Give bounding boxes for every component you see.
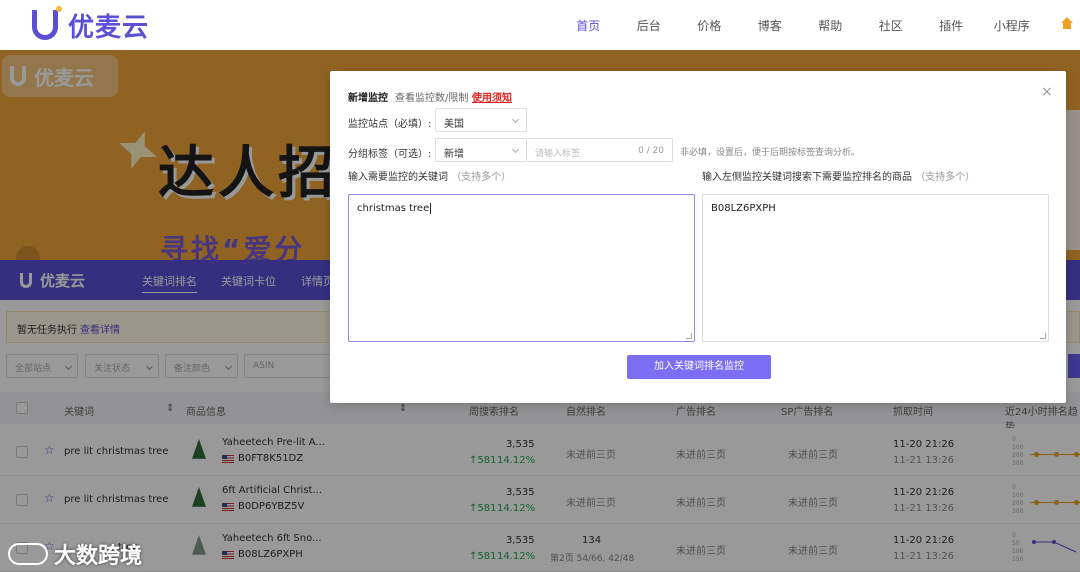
nav-link-community[interactable]: 社区 [861,17,922,34]
group-hint: 非必填，设置后，便于后期按标签查询分析。 [680,148,861,158]
group-select[interactable]: 新增 [435,138,527,162]
logo-text: 优麦云 [68,12,150,43]
top-navbar: 优麦云 首页 后台 价格 博客 帮助 社区 插件 小程序 [0,0,1080,50]
product-textarea-value: B08LZ6PXPH [711,203,776,214]
logo-mark-icon [32,6,62,40]
keyword-section-label: 输入需要监控的关键词 （支持多个） [348,168,511,183]
product-section-sub: （支持多个） [915,172,976,183]
site-select-value: 美国 [444,119,464,130]
nav-link-plugin[interactable]: 插件 [921,17,982,34]
close-icon[interactable]: × [1041,84,1053,100]
resize-grip-icon[interactable] [686,333,692,339]
nav-link-home[interactable]: 首页 [558,17,619,34]
home-icon[interactable] [1060,16,1074,30]
product-textarea[interactable]: B08LZ6PXPH [702,194,1049,342]
nav-link-pricing[interactable]: 价格 [679,17,740,34]
tag-input-placeholder: 请输入标签 [535,149,581,159]
nav-link-miniprogram[interactable]: 小程序 [982,17,1043,34]
add-keyword-monitor-button[interactable]: 加入关键词排名监控 [627,355,771,379]
nav-link-backend[interactable]: 后台 [619,17,680,34]
text-cursor [430,203,432,214]
resize-grip-icon[interactable] [1040,333,1046,339]
watermark-logo-icon [8,543,48,565]
chevron-down-icon [511,145,520,154]
dialog-title: 新增监控 [348,93,388,104]
site-label: 监控站点（必填）: [348,119,432,130]
group-label: 分组标签（可选）: [348,149,432,160]
site-select[interactable]: 美国 [435,108,527,132]
watermark-text: 大数跨境 [54,544,143,569]
tag-input[interactable]: 请输入标签 0 / 20 [527,138,673,162]
add-monitor-dialog: 新增监控 查看监控数/限制 使用须知 × 监控站点（必填）: 美国 分组标签（可… [330,71,1066,403]
quota-link[interactable]: 查看监控数/限制 [395,89,468,104]
keyword-textarea[interactable]: christmas tree [348,194,695,342]
keyword-section-title: 输入需要监控的关键词 [348,172,448,183]
nav-link-blog[interactable]: 博客 [740,17,801,34]
nav-links: 首页 后台 价格 博客 帮助 社区 插件 小程序 [558,0,1042,50]
tag-char-count: 0 / 20 [638,146,664,156]
brand-logo[interactable]: 优麦云 [32,6,150,43]
group-select-value: 新增 [444,149,464,160]
product-section-title: 输入左侧监控关键词搜索下需要监控排名的商品 [702,172,912,183]
product-section-label: 输入左侧监控关键词搜索下需要监控排名的商品 （支持多个） [702,168,975,183]
keyword-textarea-value: christmas tree [357,203,430,214]
chevron-down-icon [511,115,520,124]
watermark: 大数跨境 [8,538,142,570]
nav-link-help[interactable]: 帮助 [800,17,861,34]
usage-notice-link[interactable]: 使用须知 [472,89,512,104]
keyword-section-sub: （支持多个） [451,172,512,183]
